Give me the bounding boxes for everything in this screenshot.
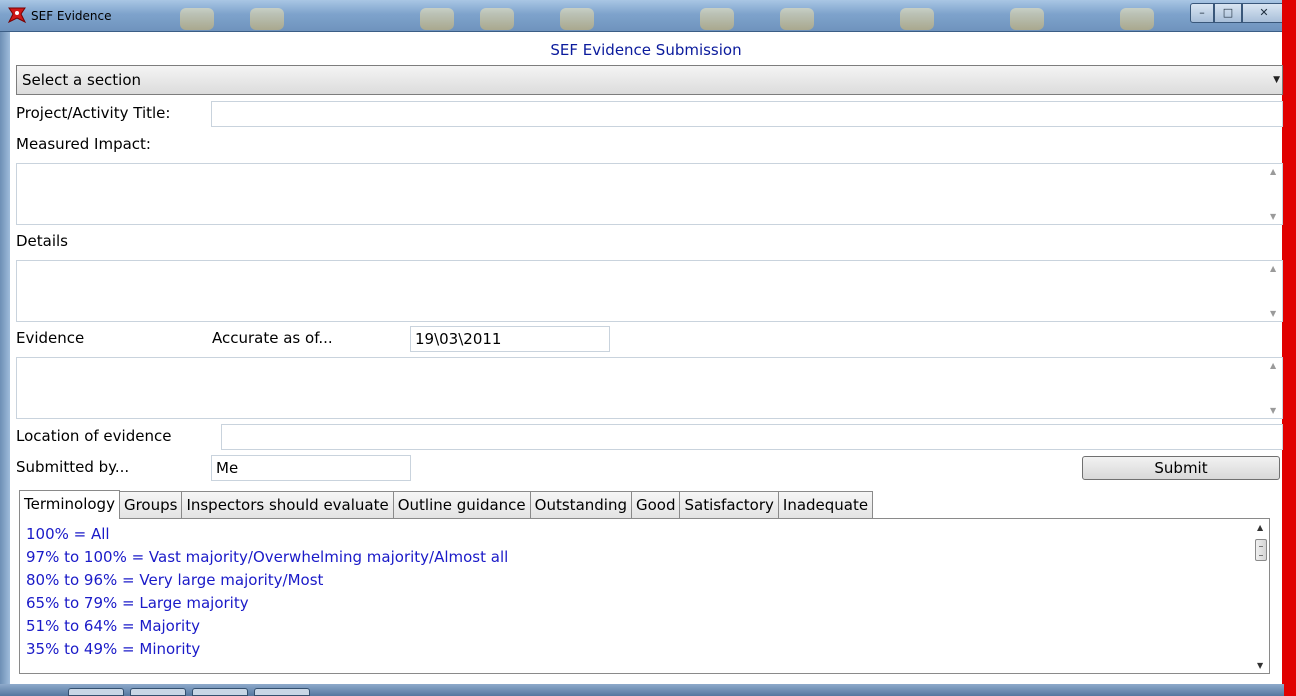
scroll-up-icon[interactable]: ▲ bbox=[1257, 523, 1263, 532]
scroll-up-icon[interactable]: ▲ bbox=[1270, 167, 1276, 176]
tab-good[interactable]: Good bbox=[630, 491, 681, 518]
tab-terminology[interactable]: Terminology bbox=[19, 490, 120, 519]
terminology-list: 100% = All 97% to 100% = Vast majority/O… bbox=[26, 523, 508, 661]
list-item: 100% = All bbox=[26, 525, 110, 543]
section-dropdown[interactable]: Select a section ▼ bbox=[16, 65, 1283, 95]
details-textarea[interactable]: ▲ ▼ bbox=[16, 260, 1283, 322]
window-frame-left bbox=[0, 32, 10, 696]
close-button[interactable]: ✕ bbox=[1242, 3, 1286, 23]
background-folder-icon bbox=[1120, 8, 1154, 30]
project-title-input[interactable] bbox=[211, 101, 1283, 127]
tab-outstanding[interactable]: Outstanding bbox=[529, 491, 632, 518]
accurate-as-of-input[interactable]: 19\03\2011 bbox=[410, 326, 610, 352]
project-title-label: Project/Activity Title: bbox=[16, 104, 171, 122]
tab-inspectors-should-evaluate[interactable]: Inspectors should evaluate bbox=[181, 491, 394, 518]
scroll-down-icon[interactable]: ▼ bbox=[1270, 406, 1276, 415]
background-folder-icon bbox=[180, 8, 214, 30]
background-folder-icon bbox=[480, 8, 514, 30]
background-folder-icon bbox=[420, 8, 454, 30]
list-item: 35% to 49% = Minority bbox=[26, 640, 201, 658]
window-frame-right bbox=[1282, 0, 1296, 696]
evidence-scrollbar[interactable]: ▲ ▼ bbox=[1268, 358, 1282, 418]
list-item: 97% to 100% = Vast majority/Overwhelming… bbox=[26, 548, 509, 566]
measured-impact-scrollbar[interactable]: ▲ ▼ bbox=[1268, 164, 1282, 224]
submitted-by-input[interactable]: Me bbox=[211, 455, 411, 481]
evidence-label: Evidence bbox=[16, 329, 85, 347]
scroll-down-icon[interactable]: ▼ bbox=[1270, 212, 1276, 221]
taskbar-item[interactable] bbox=[254, 688, 310, 696]
measured-impact-textarea[interactable]: ▲ ▼ bbox=[16, 163, 1283, 225]
taskbar-item[interactable] bbox=[68, 688, 124, 696]
details-scrollbar[interactable]: ▲ ▼ bbox=[1268, 261, 1282, 321]
scroll-down-icon[interactable]: ▼ bbox=[1270, 309, 1276, 318]
evidence-textarea[interactable]: ▲ ▼ bbox=[16, 357, 1283, 419]
details-label: Details bbox=[16, 232, 69, 250]
tab-groups[interactable]: Groups bbox=[118, 491, 183, 518]
list-item: 65% to 79% = Large majority bbox=[26, 594, 249, 612]
scroll-up-icon[interactable]: ▲ bbox=[1270, 264, 1276, 273]
accurate-as-of-label: Accurate as of... bbox=[212, 329, 333, 347]
background-folder-icon bbox=[560, 8, 594, 30]
background-folder-icon bbox=[1010, 8, 1044, 30]
tab-outline-guidance[interactable]: Outline guidance bbox=[392, 491, 531, 518]
background-folder-icon bbox=[250, 8, 284, 30]
page-title: SEF Evidence Submission bbox=[550, 41, 742, 59]
location-input[interactable] bbox=[221, 424, 1283, 450]
tab-inadequate[interactable]: Inadequate bbox=[777, 491, 874, 518]
minimize-button[interactable]: – bbox=[1190, 3, 1214, 23]
scrollbar-thumb[interactable] bbox=[1255, 539, 1267, 561]
scroll-down-icon[interactable]: ▼ bbox=[1257, 661, 1263, 670]
taskbar-item[interactable] bbox=[192, 688, 248, 696]
background-folder-icon bbox=[900, 8, 934, 30]
tab-satisfactory[interactable]: Satisfactory bbox=[679, 491, 779, 518]
list-item: 80% to 96% = Very large majority/Most bbox=[26, 571, 324, 589]
background-folder-icon bbox=[700, 8, 734, 30]
submit-button[interactable]: Submit bbox=[1082, 456, 1280, 480]
window-title: SEF Evidence bbox=[31, 9, 112, 23]
app-icon bbox=[7, 7, 27, 24]
guidance-tabs: Terminology Groups Inspectors should eva… bbox=[19, 490, 874, 519]
terminology-scrollbar[interactable]: ▲ ▼ bbox=[1253, 519, 1269, 673]
submitted-by-label: Submitted by... bbox=[16, 458, 130, 476]
chevron-down-icon[interactable]: ▼ bbox=[1273, 66, 1280, 94]
scroll-up-icon[interactable]: ▲ bbox=[1270, 361, 1276, 370]
section-dropdown-value: Select a section bbox=[22, 71, 142, 89]
terminology-panel: 100% = All 97% to 100% = Vast majority/O… bbox=[19, 518, 1270, 674]
list-item: 51% to 64% = Majority bbox=[26, 617, 200, 635]
measured-impact-label: Measured Impact: bbox=[16, 135, 151, 153]
location-label: Location of evidence bbox=[16, 427, 172, 445]
maximize-button[interactable]: □ bbox=[1214, 3, 1242, 23]
taskbar-item[interactable] bbox=[130, 688, 186, 696]
background-folder-icon bbox=[780, 8, 814, 30]
title-bar[interactable]: SEF Evidence – □ ✕ bbox=[0, 0, 1296, 32]
